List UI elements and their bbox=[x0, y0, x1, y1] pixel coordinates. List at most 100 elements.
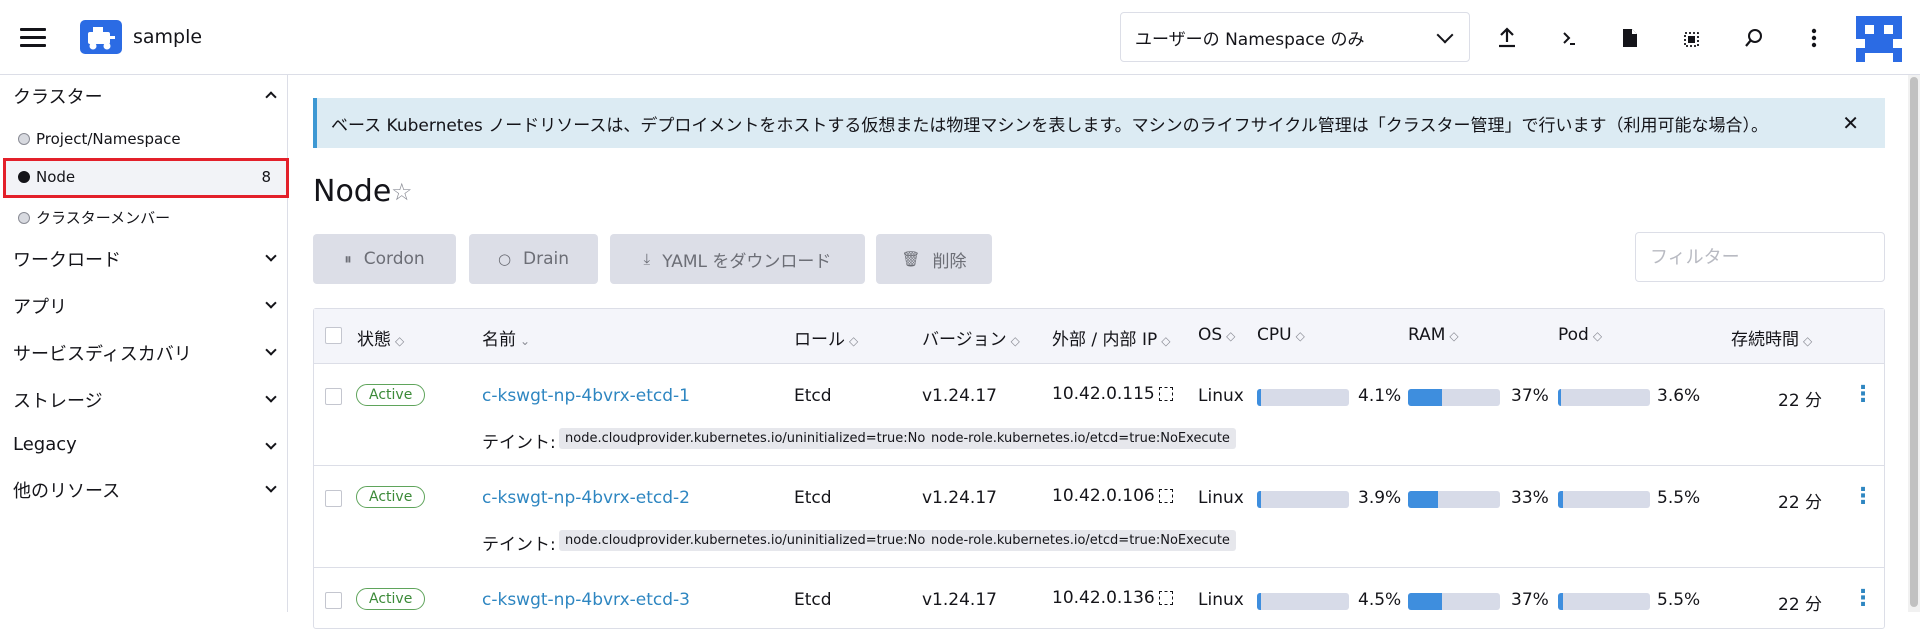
row-actions-icon[interactable]: ⋮ bbox=[1852, 382, 1874, 407]
table-row[interactable]: Active c-kswgt-np-4bvrx-etcd-3 Etcd v1.2… bbox=[314, 568, 1884, 628]
column-header-ip[interactable]: 外部 / 内部 IP ◇ bbox=[1052, 325, 1170, 350]
ram-bar bbox=[1408, 593, 1500, 610]
sidebar-group-legacy[interactable]: Legacy bbox=[13, 434, 277, 455]
namespace-select-value: ユーザーの Namespace のみ bbox=[1135, 29, 1365, 50]
cordon-button[interactable]: ⏸ Cordon bbox=[313, 234, 456, 284]
pause-icon: ⏸ bbox=[344, 250, 352, 268]
column-header-name[interactable]: 名前 ⌄ bbox=[482, 325, 530, 350]
sidebar-group-label: ワークロード bbox=[13, 250, 121, 271]
row-actions-icon[interactable]: ⋮ bbox=[1852, 484, 1874, 509]
row-checkbox[interactable] bbox=[325, 592, 342, 609]
globe-icon bbox=[18, 133, 30, 145]
node-version: v1.24.17 bbox=[922, 386, 997, 406]
page-scrollbar[interactable] bbox=[1908, 75, 1920, 612]
download-yaml-button[interactable]: ⤓ YAML をダウンロード bbox=[610, 234, 865, 284]
sort-icon: ◇ bbox=[395, 334, 405, 348]
node-os: Linux bbox=[1198, 386, 1244, 406]
sidebar-item-cluster-members[interactable]: クラスターメンバー bbox=[18, 207, 170, 228]
column-header-cpu[interactable]: CPU ◇ bbox=[1257, 325, 1305, 345]
filter-input[interactable] bbox=[1635, 232, 1885, 282]
chevron-down-icon bbox=[265, 297, 277, 309]
ram-bar-fill bbox=[1408, 593, 1443, 610]
node-ip-text: 10.42.0.136 bbox=[1052, 588, 1155, 608]
node-name-link[interactable]: c-kswgt-np-4bvrx-etcd-2 bbox=[482, 488, 690, 508]
info-banner: ベース Kubernetes ノードリソースは、デプロイメントをホストする仮想ま… bbox=[313, 98, 1885, 148]
node-os: Linux bbox=[1198, 488, 1244, 508]
cpu-bar bbox=[1257, 593, 1349, 610]
node-os: Linux bbox=[1198, 590, 1244, 610]
sidebar-item-label: Node bbox=[36, 168, 76, 186]
row-checkbox[interactable] bbox=[325, 490, 342, 507]
more-vertical-icon[interactable] bbox=[1800, 24, 1828, 52]
sidebar: クラスター Project/Namespace Node 8 クラスターメンバー… bbox=[0, 75, 289, 612]
page-title: Node bbox=[313, 174, 392, 209]
drain-button-label: Drain bbox=[523, 249, 570, 269]
cpu-bar bbox=[1257, 491, 1349, 508]
column-header-ram[interactable]: RAM ◇ bbox=[1408, 325, 1459, 345]
select-all-checkbox[interactable] bbox=[325, 327, 342, 344]
node-version: v1.24.17 bbox=[922, 590, 997, 610]
node-age: 22 分 bbox=[1778, 595, 1823, 615]
copy-config-icon[interactable] bbox=[1678, 24, 1706, 52]
node-name-link[interactable]: c-kswgt-np-4bvrx-etcd-3 bbox=[482, 590, 690, 610]
sidebar-item-node[interactable]: Node bbox=[18, 168, 75, 186]
copy-icon[interactable] bbox=[1158, 387, 1173, 401]
user-avatar[interactable] bbox=[1856, 16, 1902, 62]
column-header-age[interactable]: 存続時間 ◇ bbox=[1731, 325, 1812, 350]
sidebar-group-service-discovery[interactable]: サービスディスカバリ bbox=[13, 340, 277, 366]
cluster-name[interactable]: sample bbox=[133, 26, 202, 48]
table-header: 状態 ◇ 名前 ⌄ ロール ◇ バージョン ◇ 外部 / 内部 IP ◇ OS ◇ CPU ◇… bbox=[314, 309, 1884, 364]
globe-icon bbox=[18, 171, 30, 183]
column-header-os[interactable]: OS ◇ bbox=[1198, 325, 1235, 345]
table-row[interactable]: Active c-kswgt-np-4bvrx-etcd-1 Etcd v1.2… bbox=[314, 364, 1884, 466]
ram-percent: 37% bbox=[1511, 590, 1549, 610]
file-icon[interactable] bbox=[1616, 24, 1644, 52]
node-ip: 10.42.0.106 bbox=[1052, 486, 1173, 506]
sidebar-group-cluster[interactable]: クラスター bbox=[13, 83, 277, 109]
cpu-bar-fill bbox=[1257, 389, 1261, 406]
sidebar-item-label: Project/Namespace bbox=[36, 130, 181, 148]
menu-icon[interactable] bbox=[20, 28, 46, 48]
chevron-down-icon bbox=[265, 344, 277, 356]
node-name-link[interactable]: c-kswgt-np-4bvrx-etcd-1 bbox=[482, 386, 690, 406]
drain-button[interactable]: ○ Drain bbox=[469, 234, 598, 284]
column-header-pod[interactable]: Pod ◇ bbox=[1558, 325, 1602, 345]
copy-icon[interactable] bbox=[1158, 489, 1173, 503]
row-actions-icon[interactable]: ⋮ bbox=[1852, 586, 1874, 611]
ram-percent: 37% bbox=[1511, 386, 1549, 406]
scrollbar-thumb[interactable] bbox=[1910, 77, 1918, 607]
terminal-icon[interactable] bbox=[1555, 24, 1583, 52]
search-icon[interactable] bbox=[1740, 24, 1768, 52]
chevron-down-icon bbox=[265, 391, 277, 403]
chevron-down-icon bbox=[265, 481, 277, 493]
sort-icon: ⌄ bbox=[520, 334, 531, 348]
sort-icon: ◇ bbox=[1161, 334, 1171, 348]
cluster-logo-icon[interactable] bbox=[80, 20, 122, 54]
ram-bar-fill bbox=[1408, 491, 1439, 508]
column-header-role[interactable]: ロール ◇ bbox=[794, 325, 858, 350]
sidebar-group-workload[interactable]: ワークロード bbox=[13, 246, 277, 272]
chevron-down-icon bbox=[1436, 26, 1454, 44]
row-checkbox[interactable] bbox=[325, 388, 342, 405]
node-table: 状態 ◇ 名前 ⌄ ロール ◇ バージョン ◇ 外部 / 内部 IP ◇ OS ◇ CPU ◇… bbox=[313, 308, 1885, 629]
pod-percent: 5.5% bbox=[1657, 488, 1701, 508]
sidebar-group-other-resources[interactable]: 他のリソース bbox=[13, 477, 277, 503]
sidebar-group-label: クラスター bbox=[13, 87, 103, 108]
sidebar-group-storage[interactable]: ストレージ bbox=[13, 387, 277, 413]
status-badge: Active bbox=[356, 384, 426, 406]
sidebar-group-apps[interactable]: アプリ bbox=[13, 293, 277, 319]
upload-icon[interactable] bbox=[1493, 24, 1521, 52]
pod-percent: 5.5% bbox=[1657, 590, 1701, 610]
column-header-state[interactable]: 状態 ◇ bbox=[357, 325, 404, 350]
pod-bar-fill bbox=[1558, 593, 1564, 610]
close-icon[interactable]: ✕ bbox=[1842, 111, 1859, 135]
table-row[interactable]: Active c-kswgt-np-4bvrx-etcd-2 Etcd v1.2… bbox=[314, 466, 1884, 568]
column-header-version[interactable]: バージョン ◇ bbox=[922, 325, 1020, 350]
star-icon[interactable]: ☆ bbox=[391, 178, 413, 206]
cpu-percent: 4.1% bbox=[1358, 386, 1402, 406]
delete-button[interactable]: 🗑 削除 bbox=[876, 234, 992, 284]
namespace-select[interactable]: ユーザーの Namespace のみ bbox=[1120, 12, 1470, 62]
sidebar-item-project-namespace[interactable]: Project/Namespace bbox=[18, 130, 181, 148]
copy-icon[interactable] bbox=[1158, 591, 1173, 605]
node-version: v1.24.17 bbox=[922, 488, 997, 508]
